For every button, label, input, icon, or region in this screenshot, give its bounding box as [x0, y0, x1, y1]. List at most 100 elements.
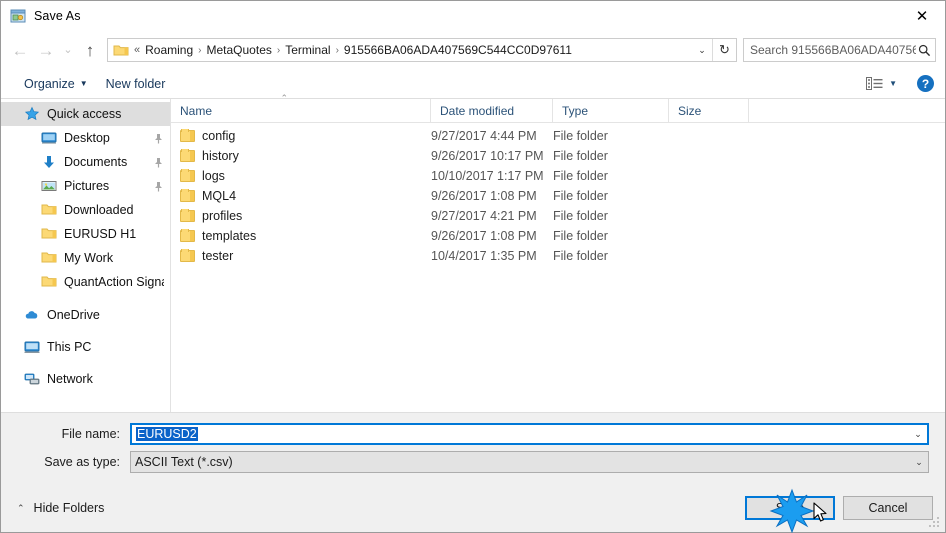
hide-folders-button[interactable]: ⌃ Hide Folders [11, 501, 104, 515]
file-name: MQL4 [202, 189, 237, 203]
file-name-label: File name: [61, 427, 120, 441]
table-row[interactable]: config 9/27/2017 4:44 PM File folder [171, 126, 945, 146]
organize-button[interactable]: Organize ▼ [15, 72, 97, 96]
sidebar-item-network[interactable]: Network [1, 367, 170, 391]
search-input[interactable]: Search 915566BA06ADA40756... [750, 43, 916, 57]
sidebar-item-downloaded[interactable]: Downloaded [1, 198, 170, 222]
chevron-down-icon[interactable]: ⌄ [909, 429, 927, 440]
sidebar-item-documents[interactable]: Documents [1, 150, 170, 174]
view-layout-icon [866, 77, 883, 90]
breadcrumb-item-terminal-id[interactable]: 915566BA06ADA407569C544CC0D97611 [341, 43, 575, 57]
file-list-pane: ⌃ Name Date modified Type Size config 9/… [171, 93, 945, 412]
forward-button[interactable]: → [33, 37, 59, 63]
sidebar-item-label: This PC [47, 340, 92, 354]
file-name-input[interactable]: EURUSD2 ⌄ [130, 423, 929, 445]
sidebar-item-this-pc[interactable]: This PC [1, 335, 170, 359]
sidebar-item-pictures[interactable]: Pictures [1, 174, 170, 198]
close-icon[interactable]: ✕ [899, 1, 945, 31]
date-modified-cell: 10/10/2017 1:17 PM [431, 169, 544, 183]
file-name-value-wrap: EURUSD2 [136, 427, 909, 441]
dialog-body: Quick access Desktop Documents Pictures … [1, 93, 945, 413]
breadcrumb-item-roaming[interactable]: Roaming [142, 43, 196, 57]
sidebar-item-label: Desktop [64, 131, 110, 145]
folder-icon [180, 189, 195, 202]
address-bar[interactable]: « Roaming › MetaQuotes › Terminal › 9155… [107, 38, 737, 62]
folder-icon [41, 250, 57, 266]
file-name: templates [202, 229, 257, 243]
table-row[interactable]: profiles 9/27/2017 4:21 PM File folder [171, 206, 945, 226]
table-row[interactable]: templates 9/26/2017 1:08 PM File folder [171, 226, 945, 246]
save-button[interactable]: Save [745, 496, 835, 520]
sidebar-item-onedrive[interactable]: OneDrive [1, 303, 170, 327]
pc-icon [24, 339, 40, 355]
file-name: config [202, 129, 236, 143]
cloud-icon [24, 307, 40, 323]
sidebar-item-eurusd-h1[interactable]: EURUSD H1 [1, 222, 170, 246]
breadcrumb-item-terminal[interactable]: Terminal [282, 43, 333, 57]
up-one-level-button[interactable]: ↑ [77, 37, 103, 63]
sidebar-item-quantaction-signal[interactable]: QuantAction Signal [1, 270, 170, 294]
new-folder-button[interactable]: New folder [97, 72, 175, 96]
pin-icon[interactable] [151, 130, 167, 146]
navigation-bar: ← → ⌄ ↑ « Roaming › MetaQuotes › Termina… [1, 31, 945, 69]
column-header-date-modified[interactable]: Date modified [431, 99, 553, 122]
folder-icon [180, 149, 195, 162]
file-rows: config 9/27/2017 4:44 PM File folder his… [171, 123, 945, 412]
type-cell: File folder [553, 149, 608, 163]
chevron-down-icon[interactable]: ⌄ [910, 457, 928, 468]
breadcrumb-item-metaquotes[interactable]: MetaQuotes [204, 43, 275, 57]
pin-icon[interactable] [151, 154, 167, 170]
sidebar-item-desktop[interactable]: Desktop [1, 126, 170, 150]
breadcrumb-overflow[interactable]: « [131, 44, 142, 56]
save-as-dialog: Save As ✕ ← → ⌄ ↑ « Roaming › MetaQuotes… [0, 0, 946, 533]
folder-icon [180, 229, 195, 242]
save-as-type-value: ASCII Text (*.csv) [135, 455, 233, 469]
file-name-cell: templates [171, 229, 431, 243]
refresh-icon[interactable]: ↻ [712, 39, 736, 61]
sidebar-item-my-work[interactable]: My Work [1, 246, 170, 270]
chevron-up-icon: ⌃ [17, 502, 25, 513]
save-as-type-label: Save as type: [44, 455, 120, 469]
file-name: history [202, 149, 239, 163]
table-row[interactable]: history 9/26/2017 10:17 PM File folder [171, 146, 945, 166]
table-row[interactable]: MQL4 9/26/2017 1:08 PM File folder [171, 186, 945, 206]
breadcrumb-separator-icon[interactable]: › [275, 45, 282, 56]
breadcrumb-separator-icon[interactable]: › [334, 45, 341, 56]
table-row[interactable]: logs 10/10/2017 1:17 PM File folder [171, 166, 945, 186]
resize-grip[interactable] [929, 517, 942, 530]
download-icon [41, 154, 57, 170]
search-box[interactable]: Search 915566BA06ADA40756... [743, 38, 936, 62]
table-row[interactable]: tester 10/4/2017 1:35 PM File folder [171, 246, 945, 266]
cancel-button[interactable]: Cancel [843, 496, 933, 520]
save-as-type-select[interactable]: ASCII Text (*.csv) ⌄ [130, 451, 929, 473]
help-button[interactable]: ? [917, 75, 934, 92]
recent-locations-button[interactable]: ⌄ [59, 37, 77, 63]
sidebar-item-quick-access[interactable]: Quick access [1, 102, 170, 126]
file-name: logs [202, 169, 225, 183]
window-title: Save As [34, 9, 81, 23]
column-header-type[interactable]: Type [553, 99, 669, 122]
save-as-type-row: Save as type: ASCII Text (*.csv) ⌄ [17, 450, 929, 474]
chevron-down-icon[interactable]: ⌄ [692, 39, 712, 61]
column-header-filler [749, 99, 945, 122]
type-cell: File folder [553, 209, 608, 223]
chevron-down-icon: ▼ [889, 79, 897, 88]
column-header-name[interactable]: ⌃ Name [171, 93, 431, 122]
column-header-label: Name [180, 103, 213, 118]
breadcrumb-separator-icon[interactable]: › [196, 45, 203, 56]
sort-ascending-icon: ⌃ [280, 93, 289, 103]
dialog-footer: ⌃ Hide Folders Save Cancel [1, 484, 945, 532]
column-header-size[interactable]: Size [669, 99, 749, 122]
pin-icon[interactable] [151, 178, 167, 194]
file-name-value: EURUSD2 [136, 427, 198, 441]
file-name: profiles [202, 209, 243, 223]
file-name-cell: tester [171, 249, 431, 263]
column-header-label: Date modified [440, 103, 515, 118]
change-view-button[interactable]: ▼ [860, 72, 903, 96]
file-name-cell: config [171, 129, 431, 143]
back-button[interactable]: ← [7, 37, 33, 63]
column-header-row: ⌃ Name Date modified Type Size [171, 93, 945, 123]
date-modified-cell: 9/27/2017 4:21 PM [431, 209, 537, 223]
